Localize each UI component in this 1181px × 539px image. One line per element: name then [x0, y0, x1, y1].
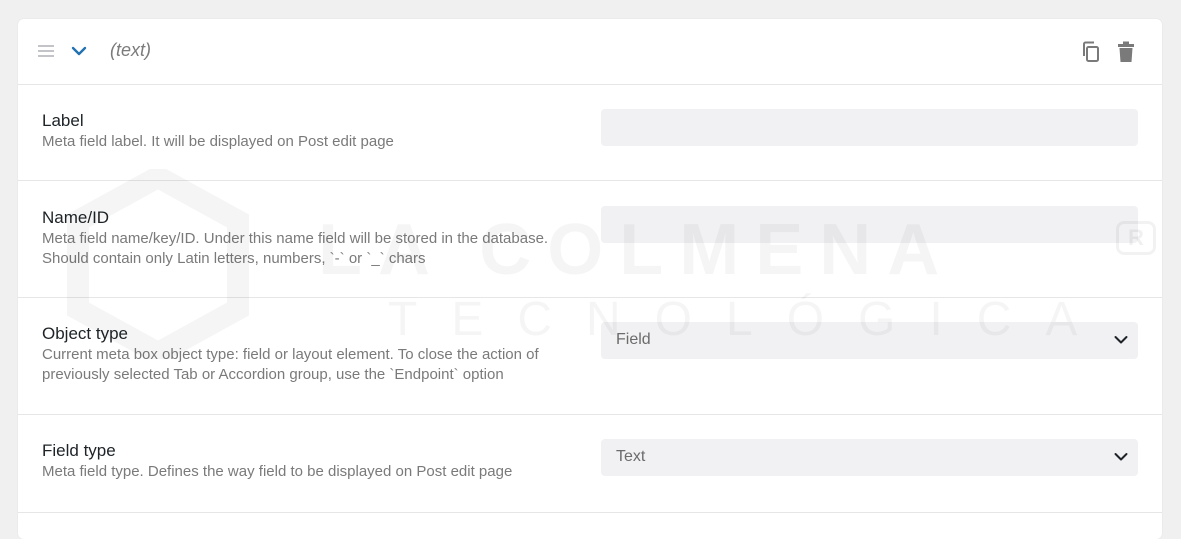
- field-row-name-id: Name/ID Meta field name/key/ID. Under th…: [18, 181, 1162, 298]
- copy-icon[interactable]: [1081, 41, 1101, 63]
- field-title: (text): [110, 40, 152, 60]
- name-id-input[interactable]: [601, 206, 1138, 243]
- meta-field-card: (text) Label Meta field label. It will b…: [18, 19, 1162, 539]
- drag-handle-icon[interactable]: [38, 45, 54, 58]
- row-label: Field type: [42, 441, 116, 460]
- select-value: Field: [616, 331, 651, 348]
- row-description: Meta field name/key/ID. Under this name …: [42, 230, 549, 267]
- row-label: Label: [42, 111, 84, 130]
- row-description: Meta field label. It will be displayed o…: [42, 133, 394, 150]
- chevron-down-icon[interactable]: [71, 45, 87, 57]
- chevron-down-icon: [1114, 336, 1128, 344]
- row-description: Current meta box object type: field or l…: [42, 346, 539, 383]
- field-type-select[interactable]: Text: [601, 439, 1138, 476]
- row-label: Name/ID: [42, 208, 110, 227]
- label-input[interactable]: [601, 109, 1138, 146]
- card-header: (text): [18, 19, 1162, 85]
- field-row-label: Label Meta field label. It will be displ…: [18, 85, 1162, 181]
- chevron-down-icon: [1114, 453, 1128, 461]
- field-row-field-type: Field type Meta field type. Defines the …: [18, 415, 1162, 513]
- select-value: Text: [616, 448, 646, 465]
- object-type-select[interactable]: Field: [601, 322, 1138, 359]
- trash-icon[interactable]: [1117, 41, 1135, 63]
- field-row-object-type: Object type Current meta box object type…: [18, 298, 1162, 415]
- row-description: Meta field type. Defines the way field t…: [42, 463, 513, 480]
- row-label: Object type: [42, 324, 128, 343]
